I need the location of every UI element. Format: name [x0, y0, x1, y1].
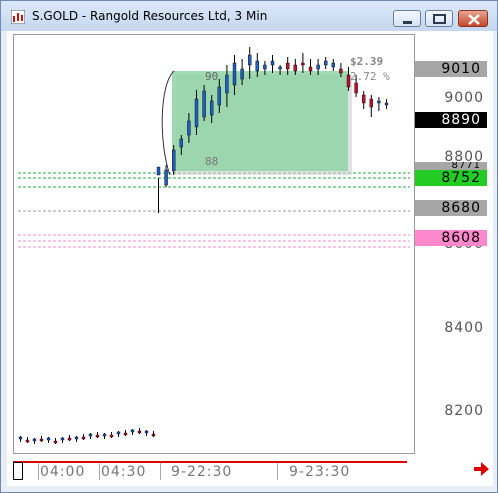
candle-body — [102, 433, 107, 437]
candle-body — [270, 60, 275, 66]
candle-body — [362, 94, 366, 104]
time-separator — [277, 463, 278, 480]
candle-body — [247, 54, 252, 66]
candle-body — [116, 431, 121, 435]
candle-body — [202, 90, 206, 118]
candle-body — [81, 436, 86, 440]
candle-body — [53, 440, 58, 444]
price-tag-green: 8752 — [415, 170, 487, 186]
candle-body — [74, 436, 79, 440]
candle-body — [339, 68, 343, 74]
price-tick: 8200 — [444, 403, 484, 419]
candle-body — [187, 120, 191, 136]
candle-body — [123, 432, 128, 436]
close-button[interactable] — [458, 10, 488, 27]
candle-body — [308, 66, 313, 72]
measure-box[interactable] — [172, 71, 348, 171]
price-axis[interactable]: 9000 8800 8600 8400 8200 9010 8890 8771 … — [415, 34, 495, 461]
candle-body — [301, 62, 305, 66]
minimize-button[interactable] — [393, 10, 421, 27]
candle-body — [171, 149, 176, 172]
candle-body — [369, 98, 373, 108]
candle-body — [60, 437, 65, 441]
candle-body — [263, 64, 267, 70]
price-tag-last: 9010 — [415, 61, 487, 77]
candle-body — [151, 433, 156, 437]
candle-body — [255, 60, 260, 72]
time-label: 9-23:30 — [289, 464, 351, 480]
candle-body — [156, 166, 161, 176]
right-arrow-icon[interactable] — [472, 460, 490, 478]
maximize-button[interactable] — [425, 10, 453, 27]
candle-body — [144, 430, 149, 434]
price-tag-current: 8890 — [415, 112, 487, 128]
candle-body — [346, 74, 351, 88]
candle-body — [39, 438, 44, 442]
measure-change: $2.39 — [350, 55, 383, 68]
time-label: 04:00 — [40, 464, 86, 480]
minimize-icon — [394, 11, 420, 26]
candle-body — [384, 102, 389, 106]
price-tick: 8400 — [444, 320, 484, 336]
candlestick-svg: 90 88 $2.39 2.72 % — [18, 47, 410, 444]
candle-body — [240, 68, 244, 80]
candle-body — [217, 86, 222, 106]
candle-body — [18, 436, 23, 440]
time-separator — [38, 463, 39, 480]
candle-body — [25, 439, 30, 443]
candle-body — [109, 434, 114, 438]
candle-body — [293, 64, 297, 72]
price-tick: 9000 — [444, 90, 484, 106]
scrollbar-handle[interactable] — [13, 462, 23, 480]
app-icon — [11, 10, 25, 24]
measure-end-label: 90 — [205, 70, 218, 83]
candle-body — [67, 437, 72, 441]
time-label: 9-22:30 — [171, 464, 233, 480]
measure-start-label: 88 — [205, 155, 218, 168]
candle-body — [209, 100, 214, 116]
time-separator — [99, 463, 100, 480]
candle-body — [232, 62, 237, 86]
candle-body — [354, 82, 358, 94]
title-bar[interactable]: S.GOLD - Rangold Resources Ltd, 3 Min — [1, 1, 497, 31]
time-separator — [160, 463, 161, 480]
candle-body — [46, 437, 51, 441]
maximize-icon — [426, 11, 452, 26]
candle-body — [164, 169, 168, 186]
candle-body — [130, 429, 135, 433]
candle-body — [95, 434, 100, 438]
candle-body — [316, 64, 320, 70]
candle-body — [225, 74, 229, 94]
candle-body — [286, 62, 290, 70]
candle-body — [88, 433, 93, 437]
window-title: S.GOLD - Rangold Resources Ltd, 3 Min — [32, 9, 268, 23]
candle-body — [179, 138, 184, 148]
candle-body — [194, 98, 199, 128]
time-axis[interactable]: 04:00 04:30 9-22:30 9-23:30 — [13, 461, 407, 483]
price-tag-pink: 8608 — [415, 230, 487, 246]
candle-body — [377, 100, 381, 104]
candle-body — [32, 438, 37, 442]
time-label: 04:30 — [101, 464, 147, 480]
candle-body — [331, 62, 335, 68]
candle-body — [137, 430, 142, 434]
scrollbar-track[interactable] — [13, 461, 407, 463]
candle-body — [278, 66, 282, 70]
price-chart[interactable]: 90 88 $2.39 2.72 % — [13, 34, 415, 454]
price-tag-gray: 8680 — [415, 200, 487, 216]
candle-body — [324, 60, 328, 66]
close-icon — [459, 11, 487, 26]
price-tag-level: 8771 — [415, 162, 487, 170]
